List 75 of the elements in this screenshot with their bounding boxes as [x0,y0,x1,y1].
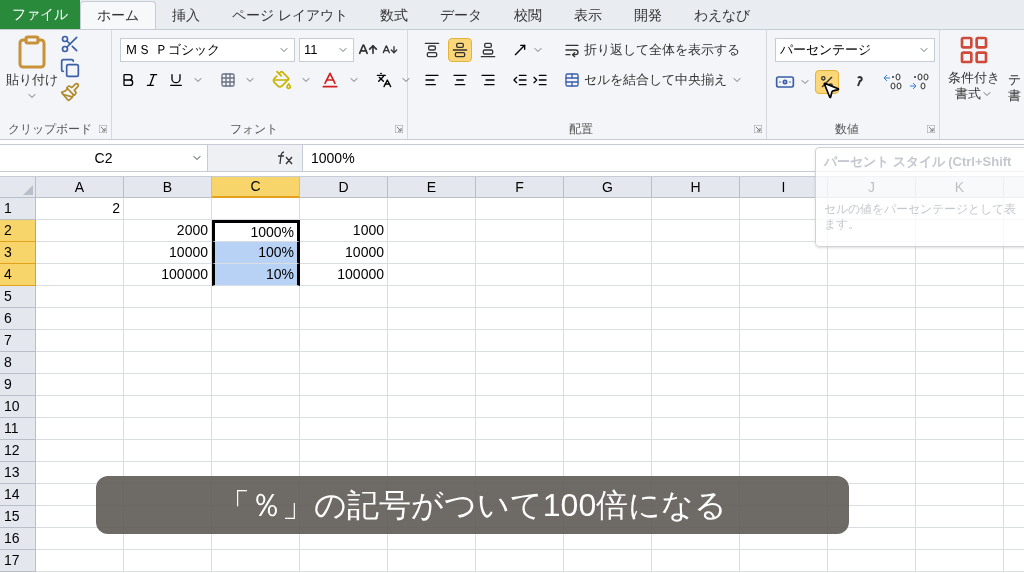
table-cell: 100% [212,242,300,264]
ribbon-tab[interactable]: ページ レイアウト [216,1,364,29]
ribbon-tab[interactable]: 挿入 [156,1,216,29]
phonetic-icon[interactable] [376,72,392,88]
row-header[interactable]: 9 [0,374,36,396]
wrap-text-button[interactable]: 折り返して全体を表示する [564,40,740,60]
dialog-launcher-icon[interactable] [99,125,107,133]
row-header[interactable]: 2 [0,220,36,242]
bold-icon[interactable] [120,72,136,88]
table-cell: 10% [212,264,300,286]
orientation-icon[interactable] [512,42,528,58]
border-icon[interactable] [220,72,236,88]
copy-icon[interactable] [60,58,80,78]
ribbon-tab[interactable]: 数式 [363,1,424,29]
group-label: クリップボード [7,121,92,138]
tooltip-text: ます。 [824,216,861,232]
column-header[interactable]: G [564,177,652,198]
group-label: フォント [229,121,278,138]
row-header[interactable]: 4 [0,264,36,286]
number-format-field[interactable]: パーセンテージ [775,38,935,62]
column-header[interactable]: D [300,177,388,198]
ribbon-tab[interactable]: わえなび [677,1,766,29]
paste-button[interactable]: 貼り付け [6,70,58,90]
wrap-text-icon [564,42,580,58]
file-tab[interactable]: ファイル [0,0,80,29]
grid-icon [958,34,990,66]
ribbon-tab[interactable]: 表示 [557,1,618,29]
caption-text: 「％」の記号がついて100倍になる [217,486,728,525]
tooltip-title: パーセント スタイル (Ctrl+Shift [824,153,1013,171]
brush-icon[interactable] [60,82,80,102]
comma-style-icon[interactable] [855,76,863,88]
row-header[interactable]: 13 [0,462,36,484]
underline-icon[interactable] [168,72,184,88]
ribbon-tab[interactable]: 校閲 [497,1,558,29]
row-header[interactable]: 5 [0,286,36,308]
group-label: 配置 [569,121,593,138]
conditional-format-button[interactable]: 条件付き 書式 [948,34,1000,103]
fill-color-icon[interactable] [272,70,292,90]
row-header[interactable]: 11 [0,418,36,440]
dialog-launcher-icon[interactable] [927,125,935,133]
row-header[interactable]: 3 [0,242,36,264]
italic-icon[interactable] [144,72,160,88]
row-header[interactable]: 8 [0,352,36,374]
row-header[interactable]: 12 [0,440,36,462]
font-color-icon[interactable] [320,70,340,90]
cut-icon[interactable] [60,34,80,54]
dialog-launcher-icon[interactable] [395,125,403,133]
fx-icon[interactable] [276,151,294,165]
row-header[interactable]: 10 [0,396,36,418]
table-format-button[interactable]: テ 書 [1008,34,1021,105]
mouse-pointer-icon [821,80,841,100]
row-header[interactable]: 17 [0,550,36,572]
merge-cells-icon [564,71,580,88]
table-cell: 1000% [212,220,300,242]
decrease-decimal-icon[interactable] [909,73,931,91]
font-name-field[interactable]: ＭＳ Ｐゴシック [120,38,295,62]
font-size-field[interactable]: 11 [299,38,354,62]
dialog-launcher-icon[interactable] [754,125,762,133]
increase-decimal-icon[interactable] [883,73,905,91]
column-header[interactable]: F [476,177,564,198]
ribbon-tab[interactable]: ホーム [80,1,156,29]
merge-center-button[interactable]: セルを結合して中央揃え [564,70,743,90]
column-header[interactable]: H [652,177,740,198]
column-header[interactable]: E [388,177,476,198]
row-header[interactable]: 15 [0,506,36,528]
ribbon-tab[interactable]: 開発 [617,1,678,29]
row-header[interactable]: 7 [0,330,36,352]
ribbon-tab[interactable]: データ [423,1,498,29]
group-label: 数値 [835,121,859,138]
column-header[interactable]: C [212,177,300,198]
row-header[interactable]: 16 [0,528,36,550]
row-header[interactable]: 6 [0,308,36,330]
row-header[interactable]: 1 [0,198,36,220]
row-header[interactable]: 14 [0,484,36,506]
vertical-align-button[interactable] [448,38,472,62]
